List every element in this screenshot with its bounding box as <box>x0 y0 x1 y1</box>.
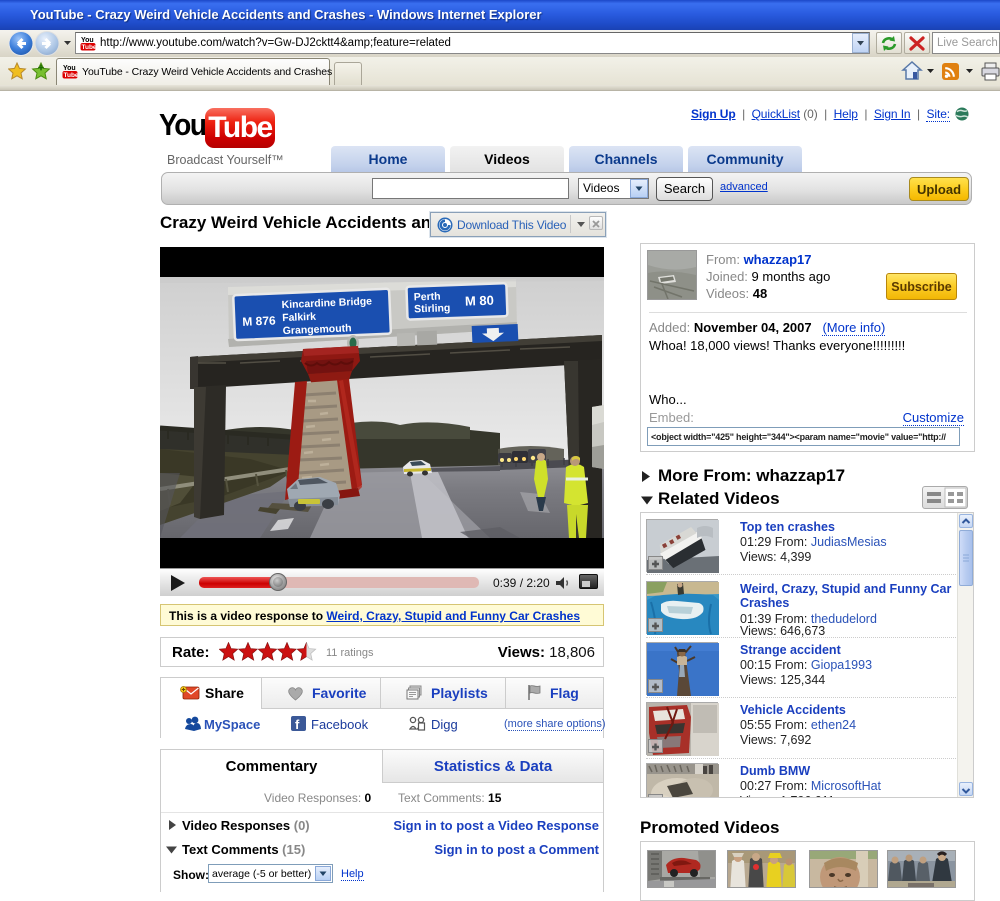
svg-text:Tube: Tube <box>64 72 79 79</box>
svg-text:M 876: M 876 <box>242 313 276 328</box>
svg-text:You: You <box>63 65 76 72</box>
svg-text:Falkirk: Falkirk <box>282 311 316 324</box>
svg-text:You: You <box>81 37 94 44</box>
svg-text:Perth: Perth <box>414 291 441 304</box>
svg-text:M 80: M 80 <box>465 293 494 309</box>
svg-text:Stirling: Stirling <box>414 302 451 315</box>
svg-text:Tube: Tube <box>82 44 97 51</box>
